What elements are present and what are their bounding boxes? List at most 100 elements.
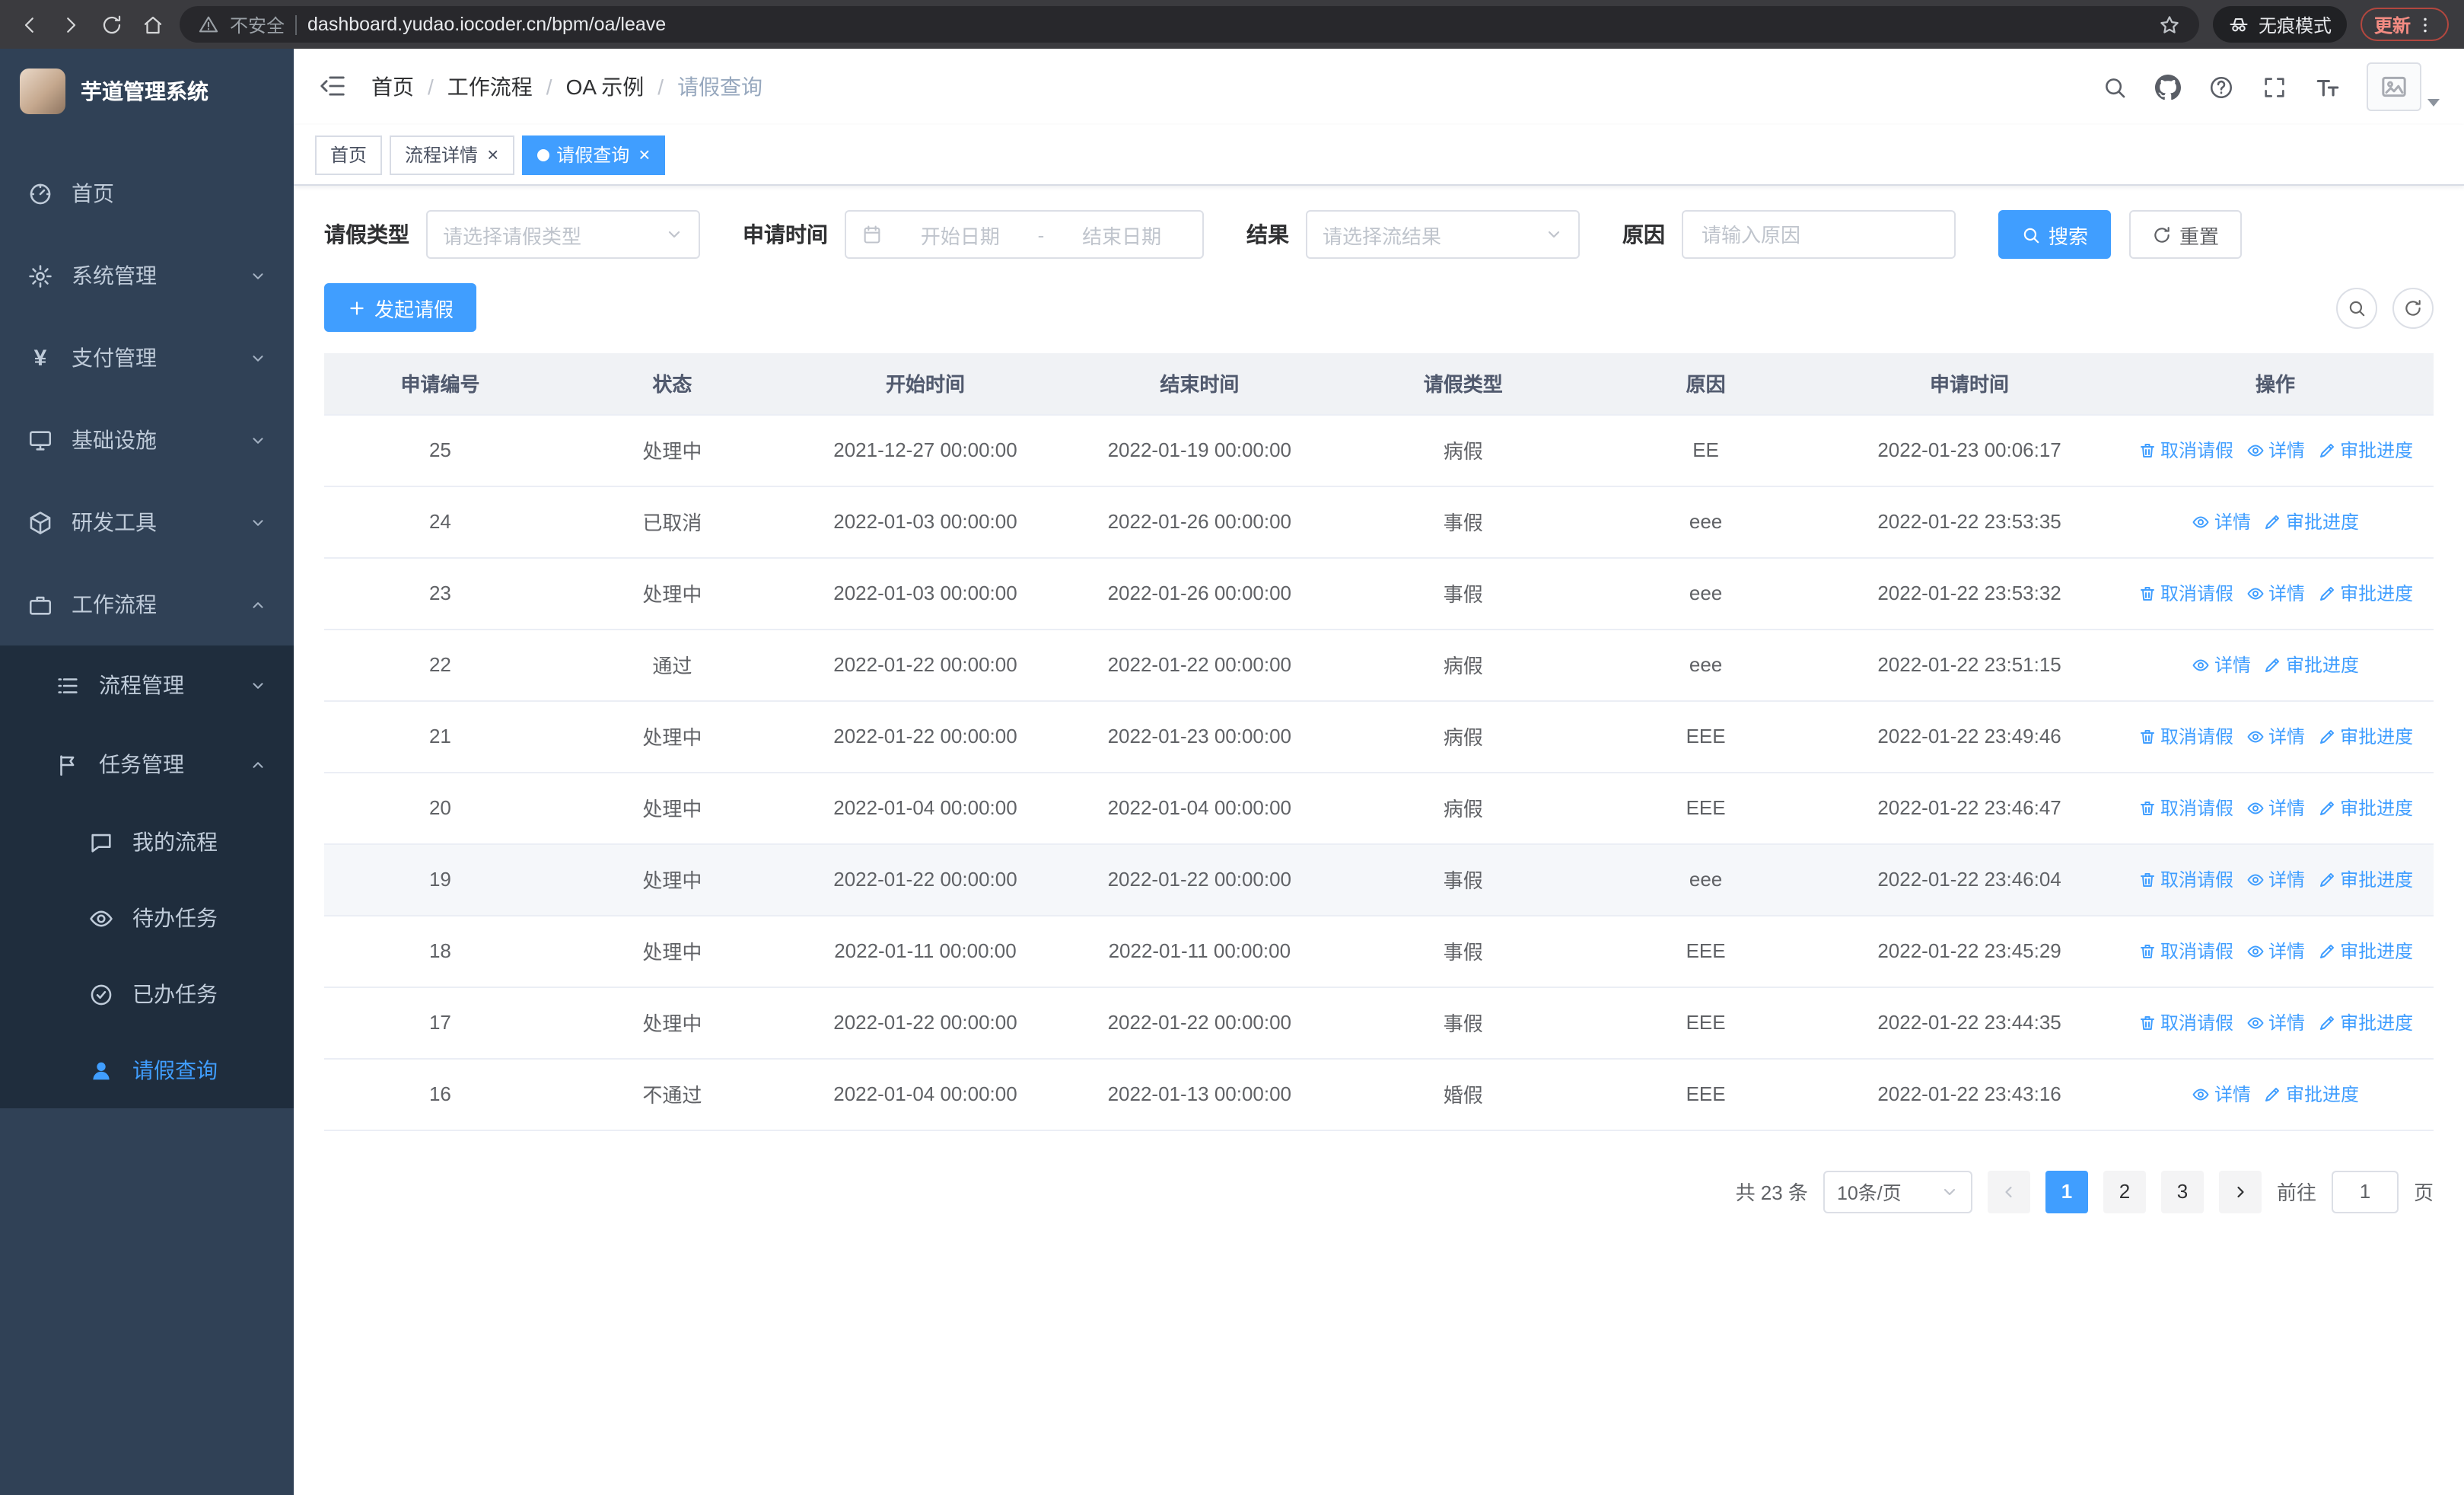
detail-link[interactable]: 详情 (2246, 1009, 2305, 1035)
approval-progress-link[interactable]: 审批进度 (2317, 723, 2413, 749)
page-button-1[interactable]: 1 (2045, 1170, 2088, 1213)
reason-input[interactable] (1682, 210, 1956, 259)
approval-progress-link[interactable]: 审批进度 (2263, 1081, 2359, 1107)
goto-page-input[interactable] (2331, 1170, 2399, 1213)
sidebar-item-task-mgmt[interactable]: 任务管理 (0, 725, 294, 804)
detail-link[interactable]: 详情 (2246, 723, 2305, 749)
leave-table: 申请编号 状态 开始时间 结束时间 请假类型 原因 申请时间 操作 25 处理中 2… (324, 353, 2434, 1130)
page-size-value: 10条/页 (1836, 1183, 1902, 1204)
start-date-placeholder[interactable]: 开始日期 (895, 220, 1026, 249)
end-date-placeholder[interactable]: 结束日期 (1056, 220, 1187, 249)
cancel-leave-link[interactable]: 取消请假 (2138, 1009, 2233, 1035)
breadcrumb-workflow[interactable]: 工作流程 (447, 72, 533, 102)
detail-link[interactable]: 详情 (2246, 938, 2305, 964)
result-select[interactable]: 请选择流结果 (1306, 210, 1580, 259)
trash-icon (2140, 443, 2154, 457)
sidebar-item-leave-query[interactable]: 请假查询 (0, 1032, 294, 1108)
home-icon[interactable] (138, 11, 166, 38)
sidebar-collapse-icon[interactable] (318, 72, 349, 102)
cancel-leave-link[interactable]: 取消请假 (2138, 580, 2233, 606)
detail-link[interactable]: 详情 (2192, 1081, 2251, 1107)
apply-time-range-picker[interactable]: 开始日期 - 结束日期 (845, 210, 1204, 259)
approval-progress-link[interactable]: 审批进度 (2317, 938, 2413, 964)
sidebar-item-system[interactable]: 系统管理 (0, 234, 294, 317)
sidebar-item-todo-task[interactable]: 待办任务 (0, 880, 294, 956)
close-icon[interactable]: × (637, 144, 650, 165)
tab-home[interactable]: 首页 (315, 135, 383, 174)
approval-progress-link[interactable]: 审批进度 (2317, 795, 2413, 821)
approval-progress-link[interactable]: 审批进度 (2263, 652, 2359, 677)
sidebar-item-infra[interactable]: 基础设施 (0, 399, 294, 481)
page-size-select[interactable]: 10条/页 (1823, 1170, 1972, 1213)
approval-progress-link[interactable]: 审批进度 (2317, 580, 2413, 606)
security-warning-icon[interactable] (198, 14, 219, 35)
app-logo[interactable]: 芋道管理系统 (0, 49, 294, 134)
page-button-3[interactable]: 3 (2160, 1170, 2204, 1213)
reset-button[interactable]: 重置 (2129, 210, 2243, 259)
breadcrumb-home[interactable]: 首页 (371, 72, 414, 102)
github-icon[interactable] (2154, 73, 2181, 100)
cancel-leave-link[interactable]: 取消请假 (2138, 723, 2233, 749)
sidebar-item-done-task[interactable]: 已办任务 (0, 956, 294, 1032)
sidebar-item-home[interactable]: 首页 (0, 152, 294, 234)
chevron-right-icon (2237, 1185, 2244, 1197)
cancel-leave-link[interactable]: 取消请假 (2138, 437, 2233, 463)
column-header-end-time: 结束时间 (1062, 353, 1337, 415)
font-size-icon[interactable] (2313, 73, 2341, 100)
reload-icon[interactable] (97, 11, 125, 38)
user-avatar[interactable] (2367, 62, 2440, 111)
search-icon (2349, 300, 2365, 316)
cell-id: 18 (324, 915, 556, 987)
search-button[interactable]: 搜索 (1998, 210, 2112, 259)
cell-end: 2022-01-22 00:00:00 (1062, 629, 1337, 701)
prev-page-button[interactable] (1987, 1170, 2030, 1213)
approval-progress-link[interactable]: 审批进度 (2263, 508, 2359, 534)
cancel-leave-link[interactable]: 取消请假 (2138, 866, 2233, 892)
trash-icon (2140, 872, 2154, 887)
detail-link[interactable]: 详情 (2192, 508, 2251, 534)
approval-progress-link[interactable]: 审批进度 (2317, 866, 2413, 892)
sidebar-item-workflow[interactable]: 工作流程 (0, 563, 294, 645)
breadcrumb-separator: / (546, 75, 552, 99)
approval-progress-link[interactable]: 审批进度 (2317, 1009, 2413, 1035)
url-text[interactable]: dashboard.yudao.iocoder.cn/bpm/oa/leave (307, 14, 2147, 35)
cancel-leave-link[interactable]: 取消请假 (2138, 795, 2233, 821)
detail-link[interactable]: 详情 (2246, 437, 2305, 463)
result-placeholder: 请选择流结果 (1323, 225, 1442, 247)
cancel-leave-link[interactable]: 取消请假 (2138, 938, 2233, 964)
back-icon[interactable] (15, 11, 43, 38)
fullscreen-icon[interactable] (2260, 73, 2287, 100)
sidebar-item-process-mgmt[interactable]: 流程管理 (0, 645, 294, 725)
next-page-button[interactable] (2218, 1170, 2262, 1213)
tab-leave-query[interactable]: 请假查询 × (521, 135, 666, 174)
browser-menu-icon[interactable] (2415, 14, 2435, 34)
toggle-search-button[interactable] (2336, 287, 2377, 328)
eye-icon (2192, 515, 2209, 528)
sidebar-item-devtools[interactable]: 研发工具 (0, 481, 294, 563)
detail-link[interactable]: 详情 (2246, 795, 2305, 821)
page-button-2[interactable]: 2 (2103, 1170, 2146, 1213)
address-bar[interactable]: 不安全 dashboard.yudao.iocoder.cn/bpm/oa/le… (180, 6, 2199, 43)
search-icon[interactable] (2100, 73, 2128, 100)
close-icon[interactable]: × (485, 144, 498, 165)
sidebar-item-my-process[interactable]: 我的流程 (0, 804, 294, 880)
avatar-caret-icon (2427, 99, 2440, 107)
edit-icon (2319, 443, 2334, 457)
breadcrumb: 首页 / 工作流程 / OA 示例 / 请假查询 (371, 72, 762, 102)
bookmark-star-icon[interactable] (2158, 13, 2181, 36)
update-button[interactable]: 更新 (2360, 8, 2449, 41)
detail-link[interactable]: 详情 (2192, 652, 2251, 677)
detail-link[interactable]: 详情 (2246, 866, 2305, 892)
create-leave-button[interactable]: 发起请假 (324, 283, 477, 332)
approval-progress-link[interactable]: 审批进度 (2317, 437, 2413, 463)
detail-link[interactable]: 详情 (2246, 580, 2305, 606)
tab-process-detail[interactable]: 流程详情 × (390, 135, 514, 174)
chevron-down-icon (253, 519, 263, 525)
help-icon[interactable] (2207, 73, 2234, 100)
forward-icon[interactable] (56, 11, 84, 38)
leave-type-select[interactable]: 请选择请假类型 (426, 210, 700, 259)
sidebar-item-payment[interactable]: ¥ 支付管理 (0, 317, 294, 399)
cell-reason: EEE (1590, 772, 1823, 844)
refresh-table-button[interactable] (2392, 287, 2434, 328)
breadcrumb-oa-example[interactable]: OA 示例 (566, 72, 645, 102)
